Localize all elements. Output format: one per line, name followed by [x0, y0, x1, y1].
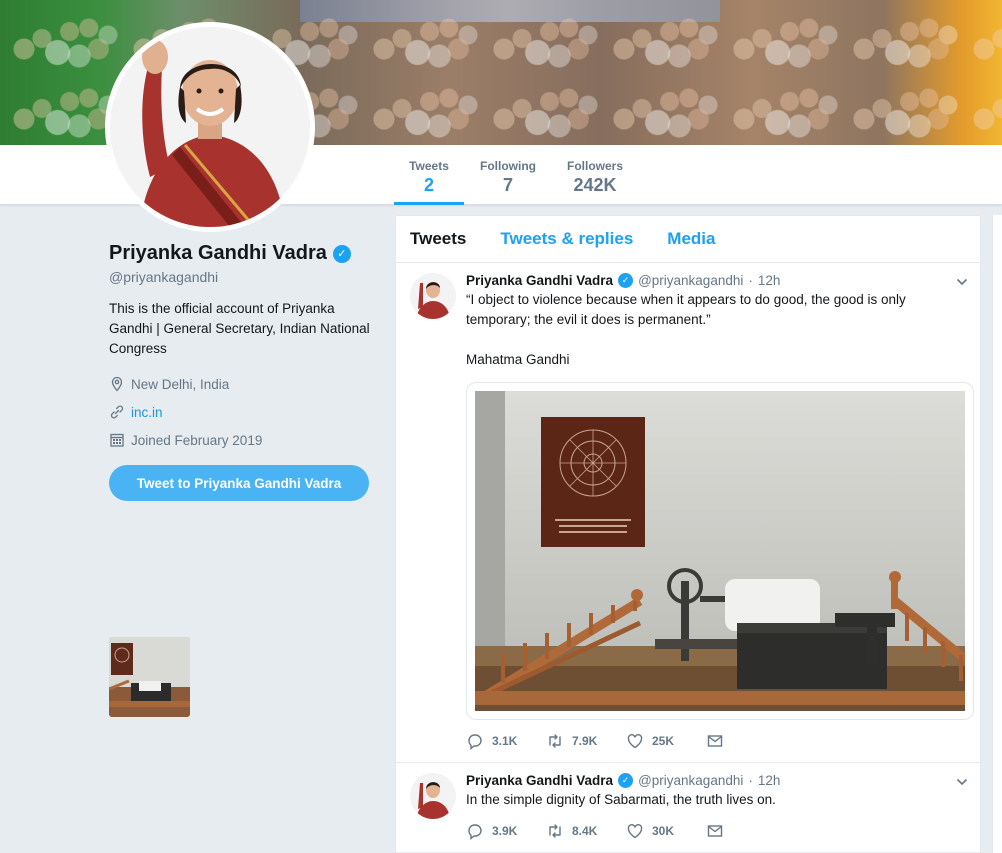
tweet[interactable]: Priyanka Gandhi Vadra ✓ @priyankagandhi … — [396, 763, 980, 853]
tweet-author-handle[interactable]: @priyankagandhi — [638, 273, 743, 288]
tab-media[interactable]: Media — [667, 229, 715, 249]
tweet-separator: · — [748, 273, 753, 288]
tweet-media[interactable] — [466, 382, 974, 720]
profile-card: Priyanka Gandhi Vadra ✓ @priyankagandhi … — [109, 242, 379, 501]
calendar-icon — [109, 432, 125, 448]
profile-avatar[interactable] — [105, 22, 315, 232]
profile-name-row: Priyanka Gandhi Vadra ✓ — [109, 242, 379, 265]
media-thumbnail-image — [109, 637, 190, 717]
nav-following-label: Following — [480, 159, 536, 173]
avatar-portrait — [110, 27, 310, 227]
tweet-timestamp[interactable]: 12h — [758, 273, 781, 288]
retweet-count: 7.9K — [572, 734, 598, 748]
tab-tweets[interactable]: Tweets — [410, 229, 466, 249]
tweet-author-name[interactable]: Priyanka Gandhi Vadra — [466, 273, 613, 288]
nav-tweets-count: 2 — [423, 175, 434, 195]
profile-website-link[interactable]: inc.in — [131, 405, 163, 420]
location-icon — [109, 376, 125, 392]
chevron-down-icon[interactable] — [956, 775, 968, 787]
right-column-edge — [992, 215, 1002, 853]
profile-location-row: New Delhi, India — [109, 375, 379, 393]
timeline-tabs: Tweets Tweets & replies Media — [396, 216, 980, 263]
like-button[interactable]: 25K — [626, 732, 706, 750]
tweet-actions: 3.1K 7.9K 25K — [466, 730, 968, 752]
dm-icon — [707, 825, 723, 837]
like-button[interactable]: 30K — [626, 822, 706, 840]
tweet[interactable]: Priyanka Gandhi Vadra ✓ @priyankagandhi … — [396, 263, 980, 763]
verified-icon: ✓ — [332, 244, 351, 263]
profile-website-row: inc.in — [109, 403, 379, 421]
tweet-photo — [475, 391, 965, 711]
tweet-header: Priyanka Gandhi Vadra ✓ @priyankagandhi … — [466, 773, 968, 788]
retweet-icon — [549, 824, 561, 838]
dm-icon — [707, 735, 723, 747]
reply-count: 3.9K — [492, 824, 518, 838]
tweet-to-button[interactable]: Tweet to Priyanka Gandhi Vadra — [109, 465, 369, 501]
verified-icon: ✓ — [618, 773, 634, 788]
tweet-author-handle[interactable]: @priyankagandhi — [638, 773, 743, 788]
tweet-actions: 3.9K 8.4K 30K — [466, 820, 968, 842]
retweet-button[interactable]: 8.4K — [546, 822, 626, 840]
dm-button[interactable] — [706, 732, 786, 750]
like-count: 25K — [652, 734, 675, 748]
retweet-icon — [549, 734, 561, 748]
media-thumbnail[interactable] — [109, 637, 190, 717]
tweet-separator: · — [748, 773, 753, 788]
profile-handle[interactable]: @priyankagandhi — [109, 269, 379, 285]
tweet-header: Priyanka Gandhi Vadra ✓ @priyankagandhi … — [466, 273, 968, 288]
reply-button[interactable]: 3.1K — [466, 732, 546, 750]
reply-icon — [468, 734, 482, 750]
nav-followers-label: Followers — [566, 159, 623, 173]
nav-following[interactable]: Following 7 — [474, 145, 542, 205]
nav-following-count: 7 — [502, 175, 513, 195]
like-icon — [627, 734, 643, 749]
reply-icon — [468, 824, 482, 840]
timeline: Tweets Tweets & replies Media Priyanka G… — [395, 215, 981, 853]
tweet-text: “I object to violence because when it ap… — [466, 292, 906, 367]
reply-count: 3.1K — [492, 734, 518, 748]
reply-button[interactable]: 3.9K — [466, 822, 546, 840]
profile-joined: Joined February 2019 — [131, 432, 263, 448]
tweet-avatar[interactable] — [410, 773, 456, 819]
tweet-avatar[interactable] — [410, 273, 456, 319]
nav-tweets[interactable]: Tweets 2 — [394, 145, 464, 205]
tweet-author-name[interactable]: Priyanka Gandhi Vadra — [466, 773, 613, 788]
chevron-down-icon[interactable] — [956, 275, 968, 287]
retweet-count: 8.4K — [572, 824, 598, 838]
tab-tweets-replies[interactable]: Tweets & replies — [500, 229, 633, 249]
retweet-button[interactable]: 7.9K — [546, 732, 626, 750]
nav-tweets-label: Tweets — [409, 159, 449, 173]
profile-joined-row: Joined February 2019 — [109, 431, 379, 449]
verified-icon: ✓ — [618, 273, 634, 288]
like-icon — [627, 824, 643, 839]
tweet-text: In the simple dignity of Sabarmati, the … — [466, 792, 776, 807]
tweet-timestamp[interactable]: 12h — [758, 773, 781, 788]
nav-followers[interactable]: Followers 242K — [556, 145, 634, 205]
profile-bio: This is the official account of Priyanka… — [109, 301, 370, 356]
dm-button[interactable] — [706, 822, 786, 840]
like-count: 30K — [652, 824, 675, 838]
nav-followers-count: 242K — [573, 175, 617, 195]
profile-name[interactable]: Priyanka Gandhi Vadra — [109, 242, 327, 265]
profile-location: New Delhi, India — [131, 376, 230, 392]
link-icon — [109, 404, 125, 420]
